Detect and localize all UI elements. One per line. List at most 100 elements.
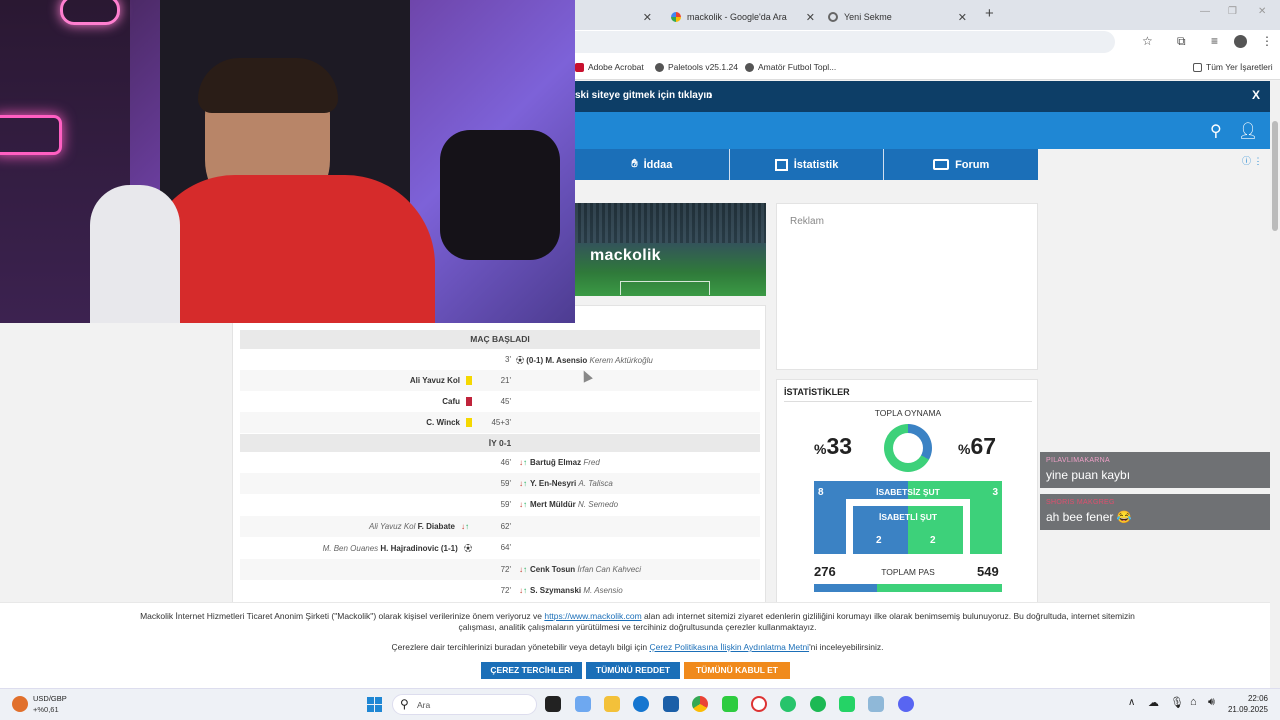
tab-google-search[interactable]: mackolik - Google'da Ara ✕	[663, 4, 823, 30]
microphone-arm	[440, 130, 560, 260]
chrome-icon[interactable]	[692, 696, 708, 712]
cookie-notice-text: Mackolik İnternet Hizmetleri Ticaret Ano…	[140, 611, 1135, 632]
file-explorer-icon[interactable]	[604, 696, 620, 712]
opera-icon[interactable]	[751, 696, 767, 712]
profile-avatar[interactable]	[1234, 35, 1247, 48]
close-tab-icon[interactable]: ✕	[806, 11, 815, 24]
chevron-up-icon[interactable]: ∧	[1128, 697, 1135, 708]
event-minute: 3'	[505, 355, 511, 364]
search-icon: ⚲	[400, 697, 409, 711]
on-target-home: 2	[876, 535, 882, 546]
reject-all-button[interactable]: TÜMÜNÜ REDDET	[586, 662, 680, 679]
tab-new-tab[interactable]: Yeni Sekme ✕	[820, 4, 975, 30]
neon-sign	[60, 0, 120, 25]
volume-icon[interactable]: 🔊︎	[1208, 696, 1215, 709]
copilot-icon[interactable]	[575, 696, 591, 712]
mackolik-link[interactable]: https://www.mackolik.com	[544, 611, 641, 621]
nav-forum[interactable]: Forum	[884, 149, 1038, 180]
cookie-preferences-button[interactable]: ÇEREZ TERCİHLERİ	[481, 662, 582, 679]
event-player: (0-1) M. Asensio	[526, 356, 588, 365]
cookie-policy-link[interactable]: Çerez Politikasına İlişkin Aydınlatma Me…	[650, 642, 810, 652]
menu-kebab-icon[interactable]: ⋮	[1261, 34, 1273, 48]
bookmark-star-icon[interactable]: ☆	[1142, 34, 1153, 48]
discord-icon[interactable]	[898, 696, 914, 712]
tab-first[interactable]: ✕	[575, 4, 660, 30]
ad-info-icon[interactable]: ⓘ ⋮	[1242, 154, 1263, 167]
settings-app-icon[interactable]	[868, 696, 884, 712]
event-player: S. Szymanski	[530, 586, 582, 595]
shots-chart: 8 3 İSABETSİZ ŞUT İSABETLİ ŞUT 2 2	[814, 481, 1002, 554]
bookmark-all[interactable]: Tüm Yer İşaretleri	[1193, 62, 1273, 72]
chat-message: SHORIS MAKGREG ah bee fener 😂	[1040, 494, 1270, 530]
accept-all-button[interactable]: TÜMÜNÜ KABUL ET	[684, 662, 790, 679]
edge-icon[interactable]	[633, 696, 649, 712]
substitution-icon: ↓↑	[519, 586, 527, 595]
whatsapp-icon[interactable]	[839, 696, 855, 712]
ticker-change: +%0,61	[33, 705, 59, 714]
user-icon[interactable]: 👤︎	[1238, 121, 1258, 141]
close-tab-icon[interactable]: ✕	[958, 11, 967, 24]
event-player: Bartuğ Elmaz	[530, 458, 582, 467]
ticker-name[interactable]: USD/GBP	[33, 694, 67, 703]
windows-start-icon[interactable]	[367, 697, 382, 712]
event-row: 72' ↓↑ Cenk Tosun İrfan Can Kahveci	[240, 559, 760, 580]
ad-label: Reklam	[790, 216, 824, 227]
chart-icon	[774, 158, 788, 171]
address-field[interactable]	[575, 31, 1115, 53]
passes-label: TOPLAM PAS	[881, 567, 935, 577]
task-view-icon[interactable]	[545, 696, 561, 712]
scroll-thumb[interactable]	[1272, 121, 1278, 231]
bookmark-amator[interactable]: Amatör Futbol Topl...	[745, 62, 836, 72]
substitution-icon: ↓↑	[519, 458, 527, 467]
globe-icon	[745, 62, 754, 72]
tab-label: mackolik - Google'da Ara	[687, 12, 787, 22]
network-icon[interactable]: ⌂	[1190, 696, 1197, 708]
event-row: Ali Yavuz Kol 21'	[240, 370, 760, 391]
event-minute: 72'	[500, 565, 511, 574]
mackolik-banner[interactable]: mackolik	[575, 203, 766, 296]
maximize-icon[interactable]: ❐	[1228, 6, 1237, 17]
taskbar-search[interactable]: ⚲ Ara	[392, 694, 537, 715]
forum-icon	[933, 159, 950, 170]
minimize-icon[interactable]: —	[1200, 6, 1210, 17]
page-scrollbar[interactable]	[1270, 81, 1280, 688]
chat-text: ah bee fener 😂	[1046, 510, 1132, 524]
promo-text[interactable]: ski siteye gitmek için tıklayın	[575, 90, 712, 101]
nav-iddaa[interactable]: ✋︎ İddaa	[575, 149, 730, 180]
clock-date[interactable]: 21.09.2025	[1222, 705, 1268, 714]
spotify-alt-icon[interactable]	[780, 696, 796, 712]
streamer-webcam	[0, 0, 575, 323]
bookmark-paletools[interactable]: Paletools v25.1.24	[655, 62, 738, 72]
chat-username: SHORIS MAKGREG	[1046, 499, 1115, 506]
event-minute: 59'	[500, 479, 511, 488]
event-player-out: N. Semedo	[578, 500, 619, 509]
mic-icon[interactable]: 🎙︎	[1170, 696, 1184, 709]
bookmark-adobe[interactable]: Adobe Acrobat	[575, 62, 644, 72]
clock-time[interactable]: 22:06	[1230, 694, 1268, 703]
promo-close-button[interactable]: X	[1252, 88, 1260, 102]
event-player: Ali Yavuz Kol	[409, 376, 460, 385]
search-icon[interactable]: ⚲	[1210, 121, 1222, 141]
mackolik-logo: mackolik	[590, 247, 661, 264]
extensions-icon[interactable]: ⧉	[1177, 34, 1186, 49]
new-tab-icon[interactable]: +	[985, 5, 994, 22]
reading-list-icon[interactable]: ≡	[1211, 34, 1218, 48]
app-green-icon[interactable]	[722, 696, 738, 712]
store-icon[interactable]	[663, 696, 679, 712]
cloud-icon[interactable]: ☁︎	[1148, 696, 1159, 709]
cookie-banner: Mackolik İnternet Hizmetleri Ticaret Ano…	[0, 602, 1270, 688]
substitution-icon: ↓↑	[519, 479, 527, 488]
spotify-icon[interactable]	[810, 696, 826, 712]
event-player: Cenk Tosun	[530, 565, 576, 574]
possession-donut	[884, 424, 932, 472]
nav-istatistik[interactable]: İstatistik	[730, 149, 885, 180]
bookmarks-bar: Adobe Acrobat Paletools v25.1.24 Amatör …	[575, 54, 1280, 80]
substitution-icon: ↓↑	[519, 565, 527, 574]
event-assist: M. Ben Ouanes	[322, 544, 379, 553]
close-window-icon[interactable]: ✕	[1258, 6, 1266, 17]
event-player-out: Ali Yavuz Kol	[369, 522, 416, 531]
close-tab-icon[interactable]: ✕	[643, 11, 652, 24]
event-row: 59' ↓↑ Mert Müldür N. Semedo	[240, 494, 760, 515]
event-minute: 64'	[500, 543, 511, 552]
event-assist: Kerem Aktürkoğlu	[589, 356, 653, 365]
